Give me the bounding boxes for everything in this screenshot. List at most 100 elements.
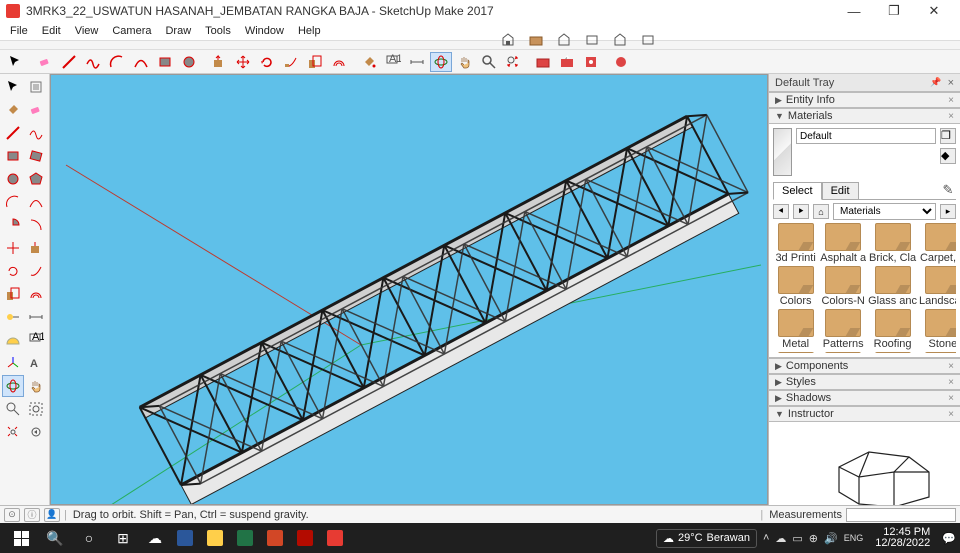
dimension2-icon[interactable] bbox=[25, 306, 47, 328]
nav-back-icon[interactable]: ⯇ bbox=[773, 204, 789, 219]
open-file-icon[interactable] bbox=[528, 32, 550, 50]
maximize-button[interactable]: ❐ bbox=[874, 0, 914, 22]
tray-battery-icon[interactable]: ▭ bbox=[792, 532, 802, 545]
line-icon[interactable] bbox=[2, 122, 24, 144]
material-name-field[interactable] bbox=[796, 128, 936, 144]
freehand-icon[interactable] bbox=[82, 52, 104, 72]
panel-styles[interactable]: ▶Styles× bbox=[769, 374, 960, 390]
material-folder[interactable]: Carpet, F bbox=[919, 223, 956, 264]
material-folder[interactable]: Metal bbox=[773, 309, 818, 350]
material-folder[interactable]: Tile bbox=[820, 352, 866, 353]
close-icon[interactable]: × bbox=[948, 377, 954, 388]
followme2-icon[interactable] bbox=[25, 260, 47, 282]
close-icon[interactable]: × bbox=[948, 95, 954, 106]
arc2-icon[interactable] bbox=[130, 52, 152, 72]
tray-lang-icon[interactable]: ENG bbox=[844, 533, 864, 543]
select-icon[interactable] bbox=[2, 76, 24, 98]
cortana-icon[interactable]: ○ bbox=[72, 523, 106, 553]
panel-materials[interactable]: ▼Materials× bbox=[769, 108, 960, 124]
extension-icon[interactable] bbox=[580, 52, 602, 72]
menu-camera[interactable]: Camera bbox=[106, 25, 157, 37]
model-icon[interactable] bbox=[640, 32, 662, 50]
zoomwin-icon[interactable] bbox=[25, 398, 47, 420]
share-icon[interactable] bbox=[556, 52, 578, 72]
acrobat-icon[interactable] bbox=[290, 523, 320, 553]
menu-tools[interactable]: Tools bbox=[199, 25, 237, 37]
circle-icon[interactable] bbox=[178, 52, 200, 72]
material-folder[interactable]: Colors bbox=[773, 266, 818, 307]
close-icon[interactable]: × bbox=[948, 361, 954, 372]
offset-icon[interactable] bbox=[328, 52, 350, 72]
scale2-icon[interactable] bbox=[2, 283, 24, 305]
arc3-icon[interactable] bbox=[2, 191, 24, 213]
tray-chevron-icon[interactable]: ˄ bbox=[763, 532, 769, 544]
prev-icon[interactable] bbox=[25, 421, 47, 443]
close-button[interactable]: ✕ bbox=[914, 0, 954, 22]
signin-icon[interactable]: 👤 bbox=[44, 508, 60, 522]
print-icon[interactable] bbox=[584, 32, 606, 50]
weather-widget[interactable]: ☁ 29°C Berawan bbox=[656, 529, 757, 548]
component-icon[interactable] bbox=[612, 32, 634, 50]
search-icon[interactable]: 🔍 bbox=[38, 523, 72, 553]
zoom-extents-icon[interactable] bbox=[502, 52, 524, 72]
material-folder[interactable]: Asphalt a bbox=[820, 223, 866, 264]
pushpull-icon[interactable] bbox=[208, 52, 230, 72]
materials-collection-select[interactable]: Materials bbox=[833, 203, 936, 220]
zoom-icon[interactable] bbox=[478, 52, 500, 72]
polygon-icon[interactable] bbox=[25, 168, 47, 190]
sketchup-taskbar-icon[interactable] bbox=[320, 523, 350, 553]
protractor-icon[interactable] bbox=[2, 329, 24, 351]
orbit2-icon[interactable] bbox=[2, 375, 24, 397]
menu-file[interactable]: File bbox=[4, 25, 34, 37]
zoom2-icon[interactable] bbox=[2, 398, 24, 420]
nav-fwd-icon[interactable]: ⯈ bbox=[793, 204, 809, 219]
line-tool-icon[interactable] bbox=[58, 52, 80, 72]
panel-components[interactable]: ▶Components× bbox=[769, 358, 960, 374]
minimize-button[interactable]: — bbox=[834, 0, 874, 22]
tray-wifi-icon[interactable]: ⊕ bbox=[809, 532, 818, 545]
details-icon[interactable]: ▸ bbox=[940, 204, 956, 219]
eraser2-icon[interactable] bbox=[25, 99, 47, 121]
menu-draw[interactable]: Draw bbox=[159, 25, 197, 37]
arc4-icon[interactable] bbox=[25, 191, 47, 213]
make-component-icon[interactable] bbox=[25, 76, 47, 98]
material-folder[interactable]: Window bbox=[919, 352, 956, 353]
rotate-icon[interactable] bbox=[256, 52, 278, 72]
material-folder[interactable]: 3d Printi bbox=[773, 223, 818, 264]
material-preview[interactable] bbox=[773, 128, 792, 176]
excel-icon[interactable] bbox=[230, 523, 260, 553]
warehouse-icon[interactable] bbox=[532, 52, 554, 72]
close-icon[interactable]: × bbox=[948, 409, 954, 420]
material-folder[interactable]: Roofing bbox=[868, 309, 917, 350]
axes-icon[interactable] bbox=[2, 352, 24, 374]
viewport-3d[interactable] bbox=[50, 74, 768, 505]
material-folder[interactable]: Glass anc bbox=[868, 266, 917, 307]
close-icon[interactable]: × bbox=[948, 393, 954, 404]
rotate2-icon[interactable] bbox=[2, 260, 24, 282]
menu-help[interactable]: Help bbox=[292, 25, 327, 37]
eraser-icon[interactable] bbox=[34, 52, 56, 72]
material-folder[interactable]: Brick, Cla bbox=[868, 223, 917, 264]
material-folder[interactable]: Colors-N bbox=[820, 266, 866, 307]
rect-icon[interactable] bbox=[2, 145, 24, 167]
taskview-icon[interactable]: ⊞ bbox=[106, 523, 140, 553]
material-folder[interactable]: Landscap bbox=[919, 266, 956, 307]
explorer-icon[interactable] bbox=[200, 523, 230, 553]
tray-header[interactable]: Default Tray 📌 × bbox=[769, 74, 960, 92]
pushpull2-icon[interactable] bbox=[25, 237, 47, 259]
onedrive-icon[interactable]: ☁ bbox=[140, 523, 170, 553]
tray-volume-icon[interactable]: 🔊 bbox=[824, 532, 838, 545]
sample-paint-icon[interactable]: ◆ bbox=[940, 148, 956, 164]
credit-icon[interactable]: ⓘ bbox=[24, 508, 40, 522]
pan-icon[interactable] bbox=[454, 52, 476, 72]
close-icon[interactable]: × bbox=[948, 111, 954, 122]
menu-edit[interactable]: Edit bbox=[36, 25, 67, 37]
word-icon[interactable] bbox=[170, 523, 200, 553]
select-tool-icon[interactable] bbox=[4, 52, 26, 72]
materials-tab-edit[interactable]: Edit bbox=[822, 182, 859, 200]
materials-tab-select[interactable]: Select bbox=[773, 182, 822, 200]
menu-view[interactable]: View bbox=[69, 25, 105, 37]
text-icon[interactable]: A1 bbox=[382, 52, 404, 72]
zoomext2-icon[interactable] bbox=[2, 421, 24, 443]
followme-icon[interactable] bbox=[280, 52, 302, 72]
